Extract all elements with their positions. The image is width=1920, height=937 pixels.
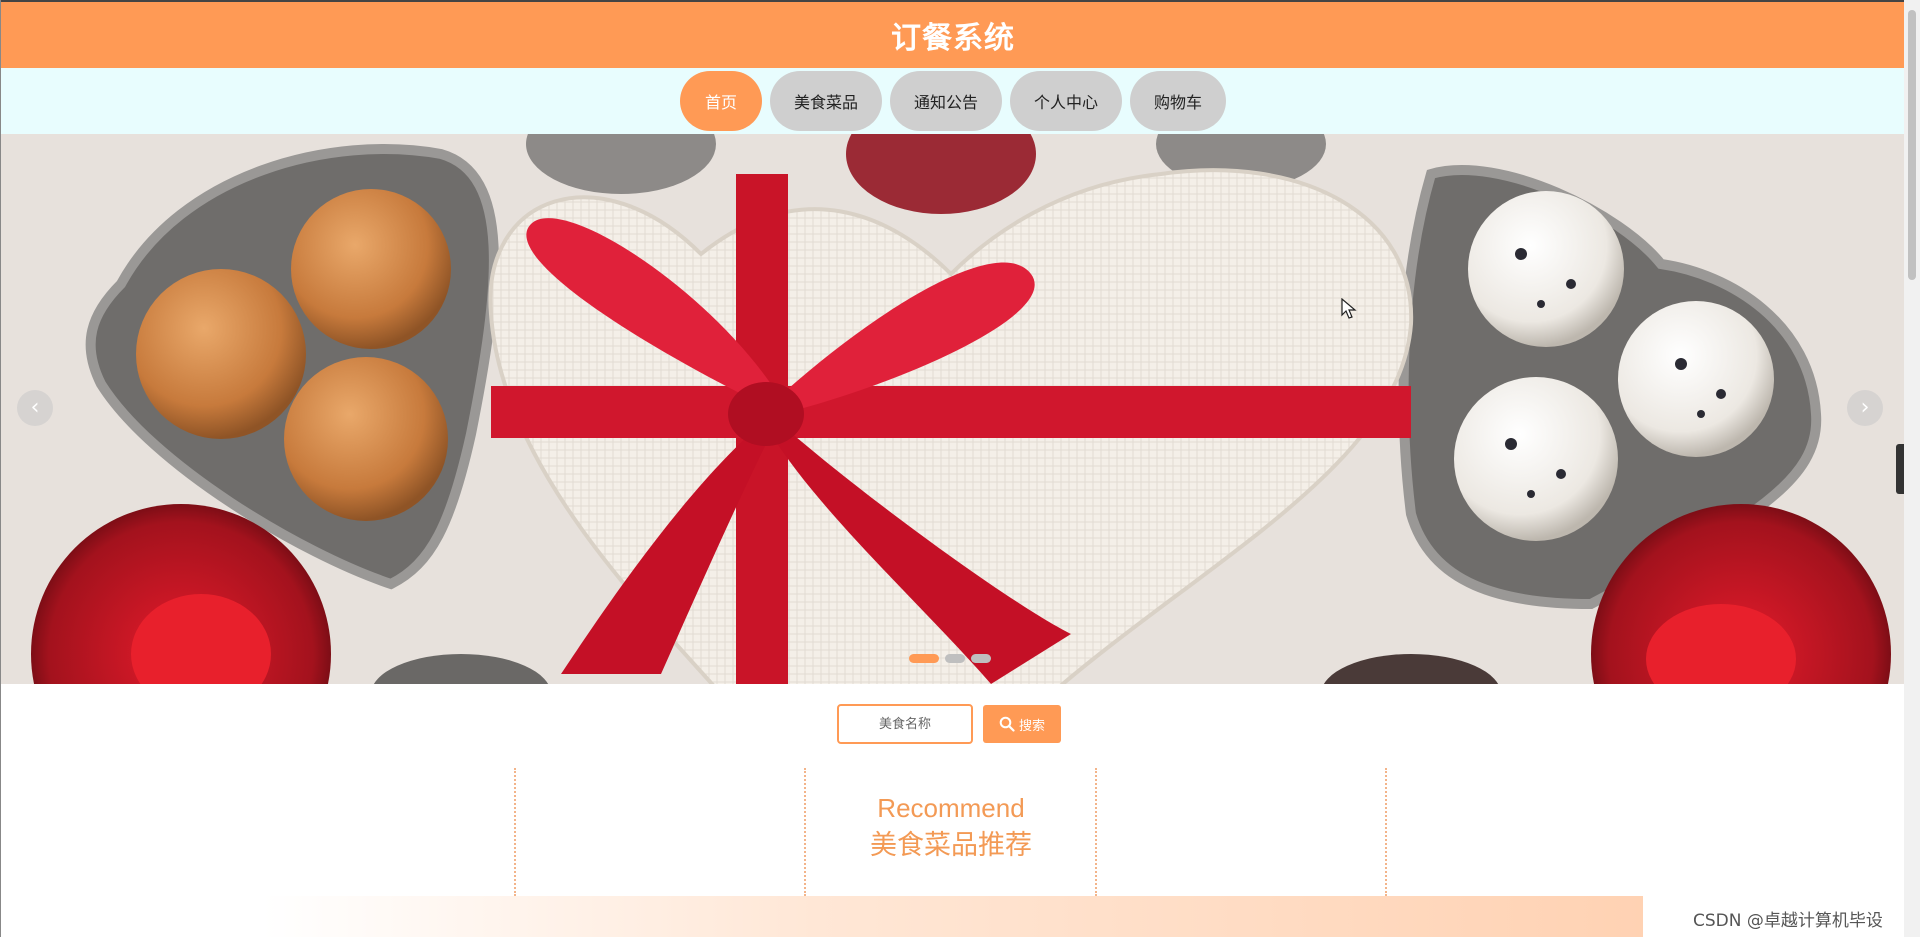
banner-image xyxy=(1,134,1904,684)
carousel-banner[interactable]: ‹ › xyxy=(1,134,1904,684)
nav-item-dishes[interactable]: 美食菜品 xyxy=(770,71,882,131)
carousel-dot-3[interactable] xyxy=(971,654,991,663)
mouse-cursor-icon xyxy=(1341,298,1357,319)
nav-item-cart[interactable]: 购物车 xyxy=(1130,71,1226,131)
main-nav: 首页 美食菜品 通知公告 个人中心 购物车 xyxy=(1,68,1904,134)
page-scrollbar[interactable] xyxy=(1904,0,1920,937)
site-header: 订餐系统 xyxy=(1,0,1904,68)
carousel-prev-button[interactable]: ‹ xyxy=(17,390,53,426)
chevron-left-icon: ‹ xyxy=(30,395,40,420)
search-button[interactable]: 搜索 xyxy=(983,705,1061,743)
carousel-next-button[interactable]: › xyxy=(1847,390,1883,426)
scrollbar-thumb[interactable] xyxy=(1908,10,1916,280)
carousel-dot-2[interactable] xyxy=(945,654,965,663)
chevron-right-icon: › xyxy=(1860,395,1870,420)
recommend-heading: Recommend 美食菜品推荐 xyxy=(801,790,1101,866)
divider-line xyxy=(514,768,516,896)
search-bar: 搜索 xyxy=(837,704,1061,744)
recommend-title-cn: 美食菜品推荐 xyxy=(870,830,1032,861)
nav-item-notices[interactable]: 通知公告 xyxy=(890,71,1002,131)
carousel-dot-1[interactable] xyxy=(909,654,939,663)
carousel-indicators xyxy=(909,654,991,663)
recommend-title-en: Recommend xyxy=(877,793,1025,823)
search-button-label: 搜索 xyxy=(1018,718,1045,734)
search-input[interactable] xyxy=(837,704,973,744)
watermark: CSDN @卓越计算机毕设 xyxy=(1693,911,1883,931)
section-band xyxy=(263,896,1643,937)
search-icon xyxy=(999,716,1015,732)
nav-item-profile[interactable]: 个人中心 xyxy=(1010,71,1122,131)
page: 订餐系统 首页 美食菜品 通知公告 个人中心 购物车 ‹ › 美食名称 搜索 R… xyxy=(0,0,1904,937)
nav-item-home[interactable]: 首页 xyxy=(680,71,762,131)
site-title: 订餐系统 xyxy=(891,21,1015,56)
divider-line xyxy=(1385,768,1387,896)
